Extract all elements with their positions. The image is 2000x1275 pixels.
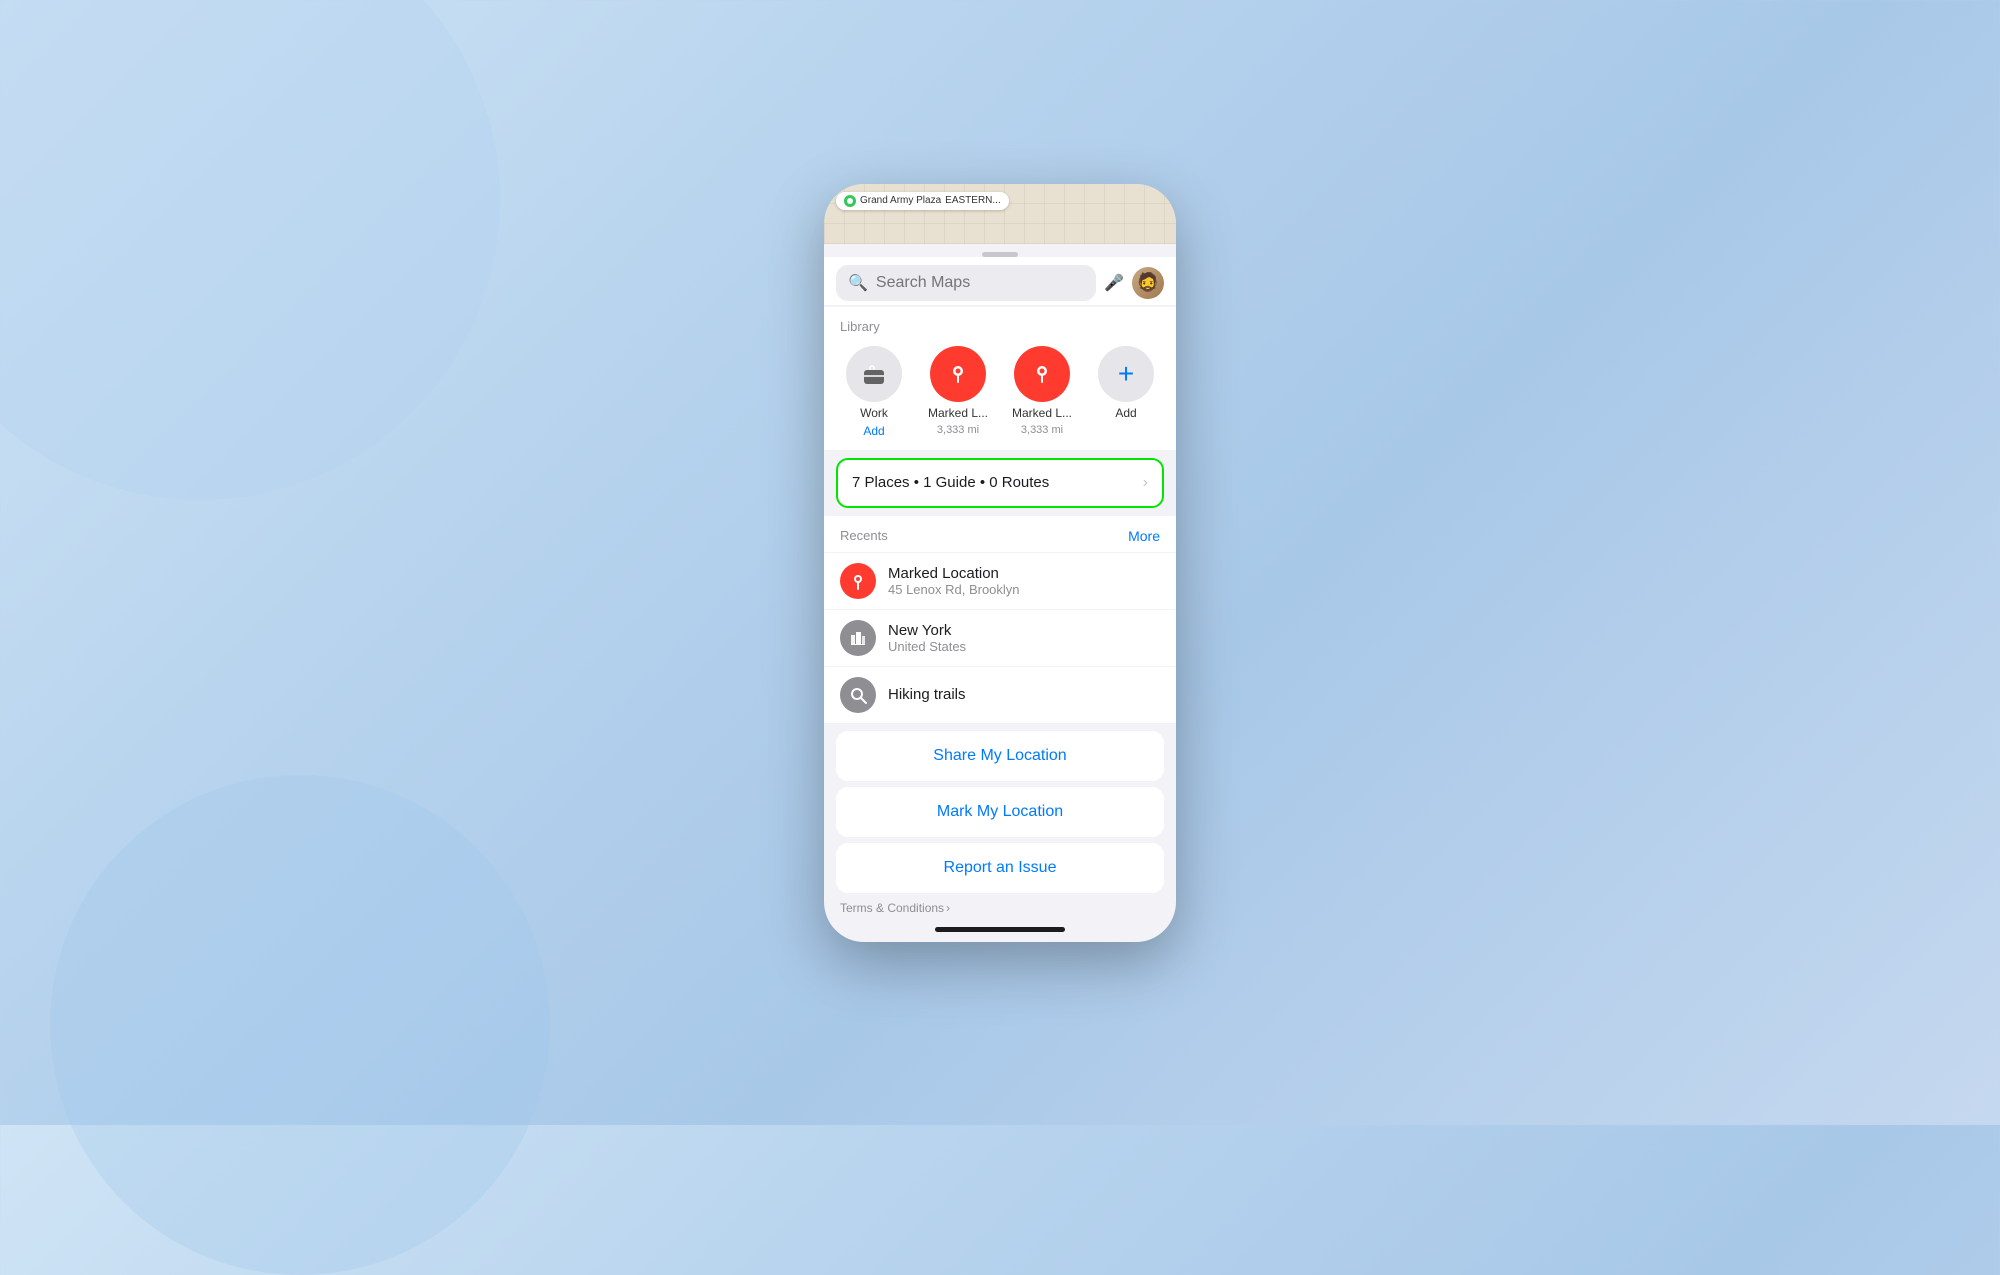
action-buttons: Share My Location Mark My Location Repor…: [836, 731, 1164, 893]
hiking-icon: [840, 677, 876, 713]
add-icon-circle: +: [1098, 346, 1154, 402]
recents-title: Recents: [840, 528, 888, 543]
marked1-distance: 3,333 mi: [937, 424, 979, 437]
recent-item-new-york[interactable]: New York United States: [824, 609, 1176, 666]
terms-text[interactable]: Terms & Conditions: [840, 901, 944, 915]
avatar[interactable]: 🧔: [1132, 267, 1164, 299]
map-preview: Grand Army Plaza EASTERN...: [824, 184, 1176, 244]
recent-item-marked-location[interactable]: Marked Location 45 Lenox Rd, Brooklyn: [824, 552, 1176, 609]
new-york-info: New York United States: [888, 622, 1160, 654]
library-item-add[interactable]: + Add: [1092, 346, 1160, 420]
hiking-info: Hiking trails: [888, 686, 1160, 703]
work-add-label: Add: [863, 424, 884, 438]
marked2-distance: 3,333 mi: [1021, 424, 1063, 437]
more-link[interactable]: More: [1128, 528, 1160, 544]
marked1-icon-circle: [930, 346, 986, 402]
mark-location-button[interactable]: Mark My Location: [836, 787, 1164, 837]
search-input[interactable]: [876, 274, 1084, 292]
city-icon: [847, 627, 869, 649]
recents-header: Recents More: [824, 516, 1176, 552]
search-bar-container: 🔍 🎤 🧔: [824, 257, 1176, 305]
places-chevron-icon: ›: [1143, 474, 1148, 492]
marked-location-info: Marked Location 45 Lenox Rd, Brooklyn: [888, 565, 1160, 597]
search-recent-icon: [847, 684, 869, 706]
microphone-icon[interactable]: 🎤: [1104, 273, 1124, 293]
briefcase-icon: [860, 360, 888, 388]
recents-section: Recents More Marked Location 45 Lenox Rd…: [824, 516, 1176, 723]
library-section: Library Work Add: [824, 307, 1176, 450]
map-label-text: Grand Army Plaza: [860, 195, 941, 206]
marked-location-name: Marked Location: [888, 565, 1160, 582]
phone-frame: Grand Army Plaza EASTERN... 🔍 🎤 🧔 Librar…: [824, 184, 1176, 942]
map-label-text2: EASTERN...: [945, 195, 1001, 206]
new-york-icon: [840, 620, 876, 656]
search-icon: 🔍: [848, 273, 868, 293]
share-location-button[interactable]: Share My Location: [836, 731, 1164, 781]
places-summary-text: 7 Places • 1 Guide • 0 Routes: [852, 474, 1049, 491]
marked2-icon-circle: [1014, 346, 1070, 402]
library-title: Library: [840, 319, 1160, 334]
recent-item-hiking[interactable]: Hiking trails: [824, 666, 1176, 723]
hiking-name: Hiking trails: [888, 686, 1160, 703]
terms-container: Terms & Conditions ›: [824, 893, 1176, 919]
new-york-sub: United States: [888, 639, 1160, 654]
search-bar[interactable]: 🔍: [836, 265, 1096, 301]
terms-chevron-icon: ›: [946, 901, 950, 915]
map-location-label: Grand Army Plaza EASTERN...: [836, 192, 1009, 210]
pin-icon-1: [944, 360, 972, 388]
report-issue-button[interactable]: Report an Issue: [836, 843, 1164, 893]
avatar-image: 🧔: [1132, 267, 1164, 299]
places-summary-box[interactable]: 7 Places • 1 Guide • 0 Routes ›: [836, 458, 1164, 508]
new-york-name: New York: [888, 622, 1160, 639]
marked-location-sub: 45 Lenox Rd, Brooklyn: [888, 582, 1160, 597]
library-icons: Work Add Marked L... 3,333 mi: [840, 346, 1160, 438]
library-item-marked1[interactable]: Marked L... 3,333 mi: [924, 346, 992, 437]
library-item-marked2[interactable]: Marked L... 3,333 mi: [1008, 346, 1076, 437]
marked1-label: Marked L...: [928, 406, 988, 420]
home-indicator: [935, 927, 1065, 932]
library-item-work[interactable]: Work Add: [840, 346, 908, 438]
pin-icon-2: [1028, 360, 1056, 388]
pin-recent-icon: [847, 570, 869, 592]
location-dot: [844, 195, 856, 207]
marked-location-icon: [840, 563, 876, 599]
marked2-label: Marked L...: [1012, 406, 1072, 420]
add-label: Add: [1115, 406, 1136, 420]
work-icon-circle: [846, 346, 902, 402]
work-label: Work: [860, 406, 888, 420]
